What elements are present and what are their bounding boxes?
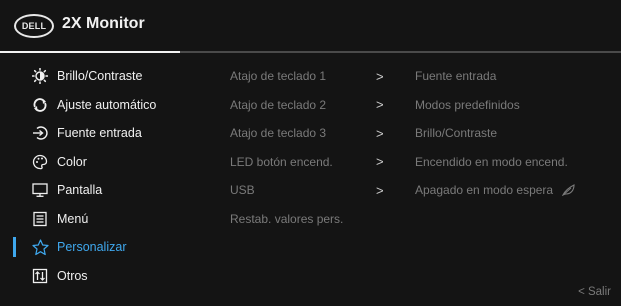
selection-indicator <box>13 237 16 257</box>
display-icon <box>31 181 49 199</box>
header-divider-highlight <box>0 51 180 53</box>
menu-item-brightness-contrast[interactable]: Brillo/Contraste <box>0 62 215 91</box>
menu-item-label: Pantalla <box>57 183 103 198</box>
menu-item-input-source[interactable]: Fuente entrada <box>0 119 215 148</box>
option-shortcut-key-2[interactable]: Atajo de teclado 2 <box>230 91 343 120</box>
brightness-icon <box>31 67 49 85</box>
menu-icon <box>31 210 49 228</box>
option-shortcut-key-1[interactable]: Atajo de teclado 1 <box>230 62 343 91</box>
personalize-options: Atajo de teclado 1 Atajo de teclado 2 At… <box>230 62 343 233</box>
value-shortcut-key-1: Fuente entrada <box>415 69 497 84</box>
option-shortcut-key-3[interactable]: Atajo de teclado 3 <box>230 119 343 148</box>
menu-item-others[interactable]: Otros <box>0 262 215 291</box>
value-shortcut-key-3: Brillo/Contraste <box>415 126 498 141</box>
menu-item-personalize[interactable]: Personalizar <box>0 233 215 262</box>
value-usb: Apagado en modo espera <box>415 183 554 198</box>
value-usb-row: Apagado en modo espera <box>415 176 576 205</box>
value-power-button-led: Encendido en modo encend. <box>415 154 568 169</box>
menu-item-display[interactable]: Pantalla <box>0 176 215 205</box>
auto-adjust-icon <box>31 96 49 114</box>
chevron-right-icon: > <box>376 68 384 84</box>
submenu-arrows: > > > > > <box>376 62 384 205</box>
menu-item-label: Brillo/Contraste <box>57 69 143 84</box>
menu-item-label: Otros <box>57 268 88 283</box>
monitor-osd: DELL 2X Monitor Brillo/Contraste Ajuste … <box>0 0 621 306</box>
menu-item-label: Menú <box>57 211 89 226</box>
osd-title: 2X Monitor <box>62 15 145 32</box>
menu-item-label: Personalizar <box>57 240 127 255</box>
menu-item-label: Color <box>57 154 87 169</box>
input-source-icon <box>31 124 49 142</box>
menu-item-label: Fuente entrada <box>57 126 142 141</box>
chevron-right-icon: > <box>376 125 384 141</box>
osd-header: DELL 2X Monitor <box>0 0 621 52</box>
option-values: Fuente entrada Modos predefinidos Brillo… <box>415 62 576 205</box>
option-power-button-led[interactable]: LED botón encend. <box>230 148 343 177</box>
option-reset-personalization[interactable]: Restab. valores pers. <box>230 205 343 234</box>
others-icon <box>31 267 49 285</box>
menu-item-color[interactable]: Color <box>0 148 215 177</box>
menu-item-auto-adjust[interactable]: Ajuste automático <box>0 91 215 120</box>
menu-item-label: Ajuste automático <box>57 97 157 112</box>
main-menu: Brillo/Contraste Ajuste automático Fuent… <box>0 62 215 290</box>
menu-item-menu[interactable]: Menú <box>0 205 215 234</box>
dell-logo: DELL <box>14 14 54 38</box>
exit-button[interactable]: < Salir <box>578 286 611 298</box>
chevron-right-icon: > <box>376 154 384 170</box>
chevron-right-icon: > <box>376 97 384 113</box>
color-icon <box>31 153 49 171</box>
value-shortcut-key-2: Modos predefinidos <box>415 97 520 112</box>
power-save-leaf-icon <box>562 184 576 197</box>
option-usb[interactable]: USB <box>230 176 343 205</box>
star-icon <box>31 238 49 256</box>
chevron-right-icon: > <box>376 182 384 198</box>
